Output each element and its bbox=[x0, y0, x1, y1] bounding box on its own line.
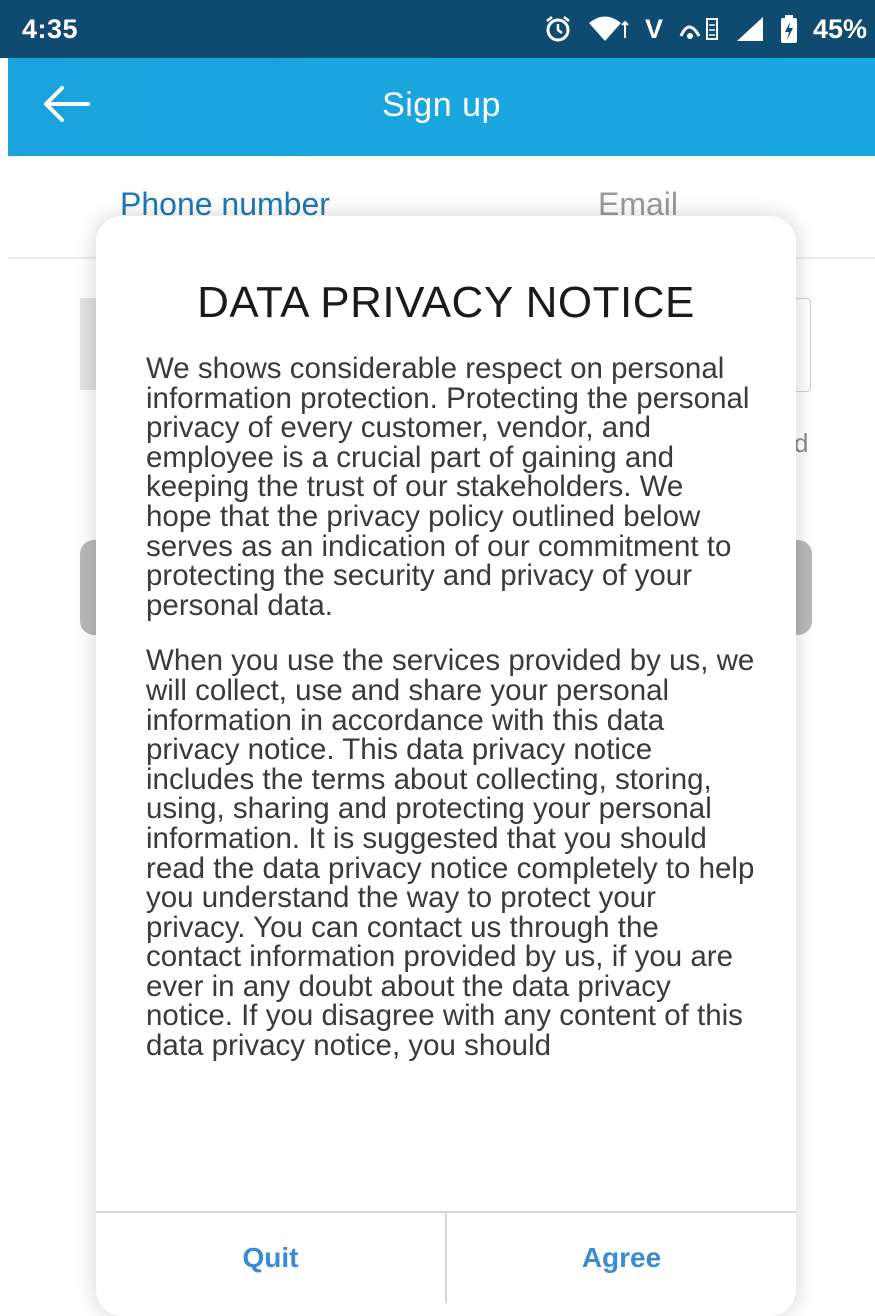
privacy-dialog: DATA PRIVACY NOTICE We shows considerabl… bbox=[96, 216, 796, 1316]
hint-text: d bbox=[794, 428, 809, 458]
paragraph: We shows considerable respect on persona… bbox=[146, 354, 750, 622]
page-title: Sign up bbox=[382, 86, 501, 124]
volte-icon bbox=[677, 14, 721, 44]
app-bar: Sign up bbox=[8, 58, 875, 156]
status-bar: 4:35 V 45% bbox=[0, 0, 875, 58]
wifi-icon bbox=[587, 14, 631, 44]
network-type: V bbox=[644, 13, 663, 44]
dialog-body[interactable]: We shows considerable respect on persona… bbox=[146, 354, 756, 1210]
dialog-actions: Quit Agree bbox=[96, 1211, 796, 1303]
dialog-title: DATA PRIVACY NOTICE bbox=[197, 278, 695, 327]
signal-icon bbox=[735, 15, 765, 43]
paragraph: When you use the services provided by us… bbox=[146, 644, 755, 1063]
alarm-icon bbox=[543, 14, 573, 44]
battery-percent: 45% bbox=[812, 13, 867, 44]
status-icons: V 45% bbox=[543, 14, 867, 45]
quit-button[interactable]: Quit bbox=[96, 1213, 445, 1303]
agree-button[interactable]: Agree bbox=[447, 1213, 796, 1303]
battery-icon bbox=[779, 14, 799, 44]
status-time: 4:35 bbox=[22, 13, 79, 44]
